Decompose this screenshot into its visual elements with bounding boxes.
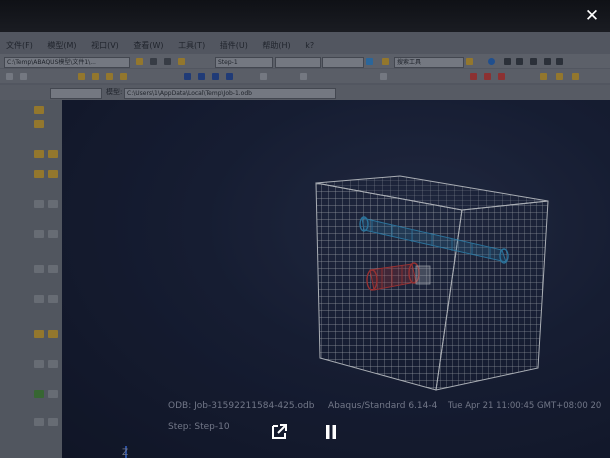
tool-icon[interactable] xyxy=(34,230,44,238)
module-select[interactable] xyxy=(50,88,102,99)
tool-icon[interactable] xyxy=(34,170,44,178)
tool-icon[interactable] xyxy=(48,150,58,158)
toolbar-icon[interactable] xyxy=(106,73,113,80)
secondary-toolbar xyxy=(0,69,610,83)
value-field[interactable] xyxy=(322,57,364,68)
path-label: 模型: xyxy=(106,88,123,96)
tool-icon[interactable] xyxy=(34,330,44,338)
pause-button[interactable] xyxy=(320,421,342,443)
pause-icon xyxy=(326,425,336,439)
open-in-new-icon xyxy=(272,424,287,439)
toolbar-icon[interactable] xyxy=(300,73,307,80)
tool-icon[interactable] xyxy=(48,418,58,426)
toolbar-icon[interactable] xyxy=(178,58,185,65)
toolbar-icon[interactable] xyxy=(470,73,477,80)
toolbox-panel xyxy=(0,100,62,458)
tool-icon[interactable] xyxy=(34,106,44,114)
step-text: Step: Step-10 xyxy=(168,422,230,432)
odb-path-text: ODB: Job-31592211584-425.odb xyxy=(168,401,315,411)
refresh-icon[interactable] xyxy=(366,58,373,65)
tool-icon[interactable] xyxy=(48,200,58,208)
tool-icon[interactable] xyxy=(34,295,44,303)
toolbar-icon[interactable] xyxy=(540,73,547,80)
render-icon[interactable] xyxy=(184,73,191,80)
path-bar: 模型: C:\Users\1\AppData\Local\Temp\Job-1.… xyxy=(0,85,610,100)
viewer-top-bar: ✕ xyxy=(0,0,610,32)
toolbar-icon[interactable] xyxy=(572,73,579,80)
toolbar-icon[interactable] xyxy=(260,73,267,80)
tool-icon[interactable] xyxy=(34,360,44,368)
tool-icon[interactable] xyxy=(48,360,58,368)
search-icon[interactable] xyxy=(382,58,389,65)
close-button[interactable]: ✕ xyxy=(582,6,602,26)
tool-icon[interactable] xyxy=(48,390,58,398)
open-external-button[interactable] xyxy=(268,421,290,443)
model-path-box[interactable]: C:\Temp\ABAQUS模型\文件1\... xyxy=(4,57,130,68)
model-viewport[interactable]: Z ODB: Job-31592211584-425.odb Abaqus/St… xyxy=(62,100,610,458)
toolbar-icon[interactable] xyxy=(20,73,27,80)
tool-icon[interactable] xyxy=(48,330,58,338)
toolbar-icon[interactable] xyxy=(380,73,387,80)
menu-item-file[interactable]: 文件(F) xyxy=(6,41,33,50)
toolbar-icon[interactable] xyxy=(150,58,157,65)
tool-icon[interactable] xyxy=(48,295,58,303)
tool-icon[interactable] xyxy=(34,120,44,128)
menu-item-viewport[interactable]: 视口(V) xyxy=(91,41,119,50)
axis-z-label: Z xyxy=(122,448,129,458)
date-text: Tue Apr 21 11:00:45 GMT+08:00 20 xyxy=(448,401,602,411)
tool-icon[interactable] xyxy=(34,390,44,398)
pause-playback-icon[interactable] xyxy=(504,58,511,65)
menu-item-help[interactable]: 帮助(H) xyxy=(262,41,290,50)
toolbar-icon[interactable] xyxy=(120,73,127,80)
tool-icon[interactable] xyxy=(48,170,58,178)
menu-bar: 文件(F) 模型(M) 视口(V) 查看(W) 工具(T) 插件(U) 帮助(H… xyxy=(0,40,610,52)
tool-icon[interactable] xyxy=(48,265,58,273)
tool-icon[interactable] xyxy=(48,230,58,238)
render-icon[interactable] xyxy=(226,73,233,80)
toolbar-icon[interactable] xyxy=(466,58,473,65)
tool-icon[interactable] xyxy=(34,265,44,273)
toolbar-icon[interactable] xyxy=(6,73,13,80)
last-frame-icon[interactable] xyxy=(556,58,563,65)
toolbar-icon[interactable] xyxy=(484,73,491,80)
tool-icon[interactable] xyxy=(34,200,44,208)
info-icon[interactable] xyxy=(488,58,495,65)
monitor-screen: 文件(F) 模型(M) 视口(V) 查看(W) 工具(T) 插件(U) 帮助(H… xyxy=(0,32,610,458)
toolbar-icon[interactable] xyxy=(498,73,505,80)
menu-item-extra[interactable]: k? xyxy=(305,41,314,50)
toolbar-icon[interactable] xyxy=(92,73,99,80)
next-frame-icon[interactable] xyxy=(544,58,551,65)
frame-select[interactable] xyxy=(275,57,321,68)
step-select[interactable]: Step-1 xyxy=(215,57,273,68)
tool-icon[interactable] xyxy=(34,418,44,426)
solver-text: Abaqus/Standard 6.14-4 xyxy=(328,401,438,411)
render-icon[interactable] xyxy=(212,73,219,80)
photo-stage: 文件(F) 模型(M) 视口(V) 查看(W) 工具(T) 插件(U) 帮助(H… xyxy=(0,0,610,458)
render-icon[interactable] xyxy=(198,73,205,80)
toolbar-icon[interactable] xyxy=(78,73,85,80)
inner-cylinder xyxy=(415,265,431,285)
main-toolbar: C:\Temp\ABAQUS模型\文件1\... Step-1 搜索工具 xyxy=(0,54,610,68)
search-tools-field[interactable]: 搜索工具 xyxy=(394,57,464,68)
first-frame-icon[interactable] xyxy=(516,58,523,65)
menu-item-model[interactable]: 模型(M) xyxy=(47,41,76,50)
toolbar-icon[interactable] xyxy=(136,58,143,65)
menu-item-plugins[interactable]: 插件(U) xyxy=(220,41,248,50)
tool-icon[interactable] xyxy=(34,150,44,158)
menu-item-view[interactable]: 查看(W) xyxy=(133,41,163,50)
menu-item-tools[interactable]: 工具(T) xyxy=(178,41,205,50)
prev-frame-icon[interactable] xyxy=(530,58,537,65)
toolbar-icon[interactable] xyxy=(164,58,171,65)
path-field[interactable]: C:\Users\1\AppData\Local\Temp\Job-1.odb xyxy=(124,88,336,99)
toolbar-icon[interactable] xyxy=(556,73,563,80)
